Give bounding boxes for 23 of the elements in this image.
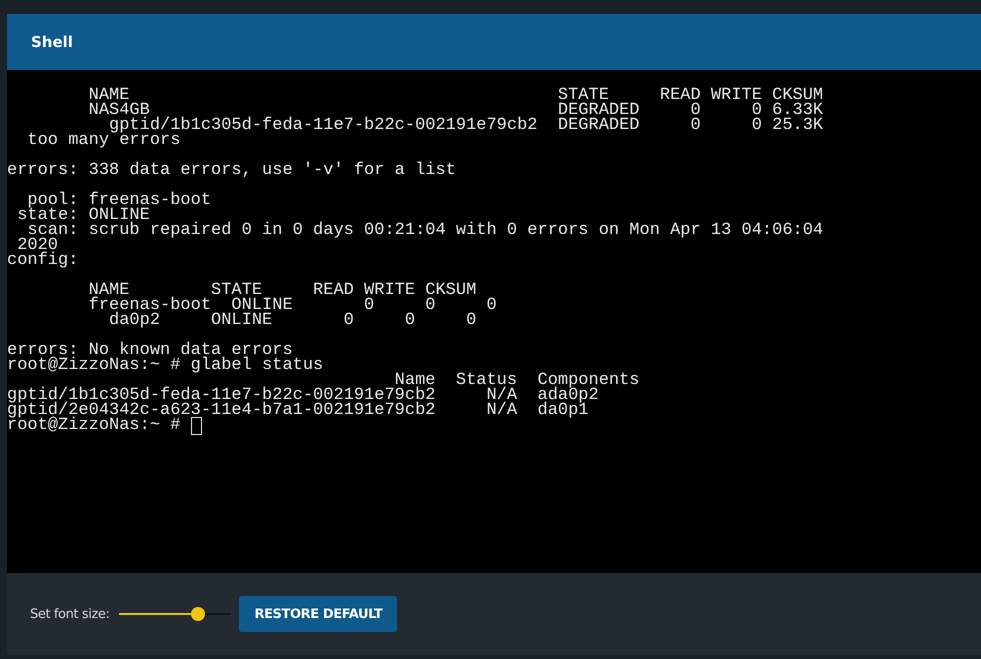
terminal-line: scan: scrub repaired 0 in 0 days 00:21:04 with 0 errors on Mon Apr 13 04:06:04 (27, 223, 824, 238)
terminal-line: pool: freenas-boot (27, 193, 212, 208)
terminal-line: errors: 338 data errors, use '-v' for a list (7, 163, 456, 178)
slider-thumb[interactable] (190, 607, 205, 621)
font-size-label: Set font size: (30, 606, 110, 622)
terminal-line: NAS4GB DEGRADED 0 0 6.33K (88, 103, 824, 118)
terminal-line: NAME STATE READ WRITE CKSUM (88, 283, 476, 298)
terminal-line: config: (7, 253, 78, 268)
terminal-line: gptid/1b1c305d-feda-11e7-b22c-002191e79cb2 DEGRADED 0 0 25.3K (108, 118, 824, 133)
restore-default-button[interactable]: RESTORE DEFAULT (239, 596, 398, 632)
terminal-line: NAME STATE READ WRITE CKSUM (88, 88, 824, 103)
terminal-line: errors: No known data errors (7, 343, 293, 358)
terminal-line: too many errors (26, 133, 180, 148)
terminal-line: root@ZizzoNas:~ # glabel status (7, 358, 324, 373)
terminal-line: gptid/2e04342c-a623-11e4-b7a1-002191e79cb2 N/A da0p1 (7, 403, 588, 418)
terminal-line: da0p2 ONLINE 0 0 0 (108, 313, 476, 328)
terminal-line: root@ZizzoNas:~ # (7, 418, 180, 433)
terminal-line: freenas-boot ONLINE 0 0 0 (88, 298, 497, 313)
terminal-line: gptid/1b1c305d-feda-11e7-b22c-002191e79cb2 N/A ada0p2 (7, 388, 599, 403)
terminal-line: Name Status Components (394, 373, 640, 388)
window-title: Shell (31, 33, 73, 51)
terminal-line: state: ONLINE (16, 208, 150, 223)
terminal-line: 2020 (17, 238, 58, 253)
